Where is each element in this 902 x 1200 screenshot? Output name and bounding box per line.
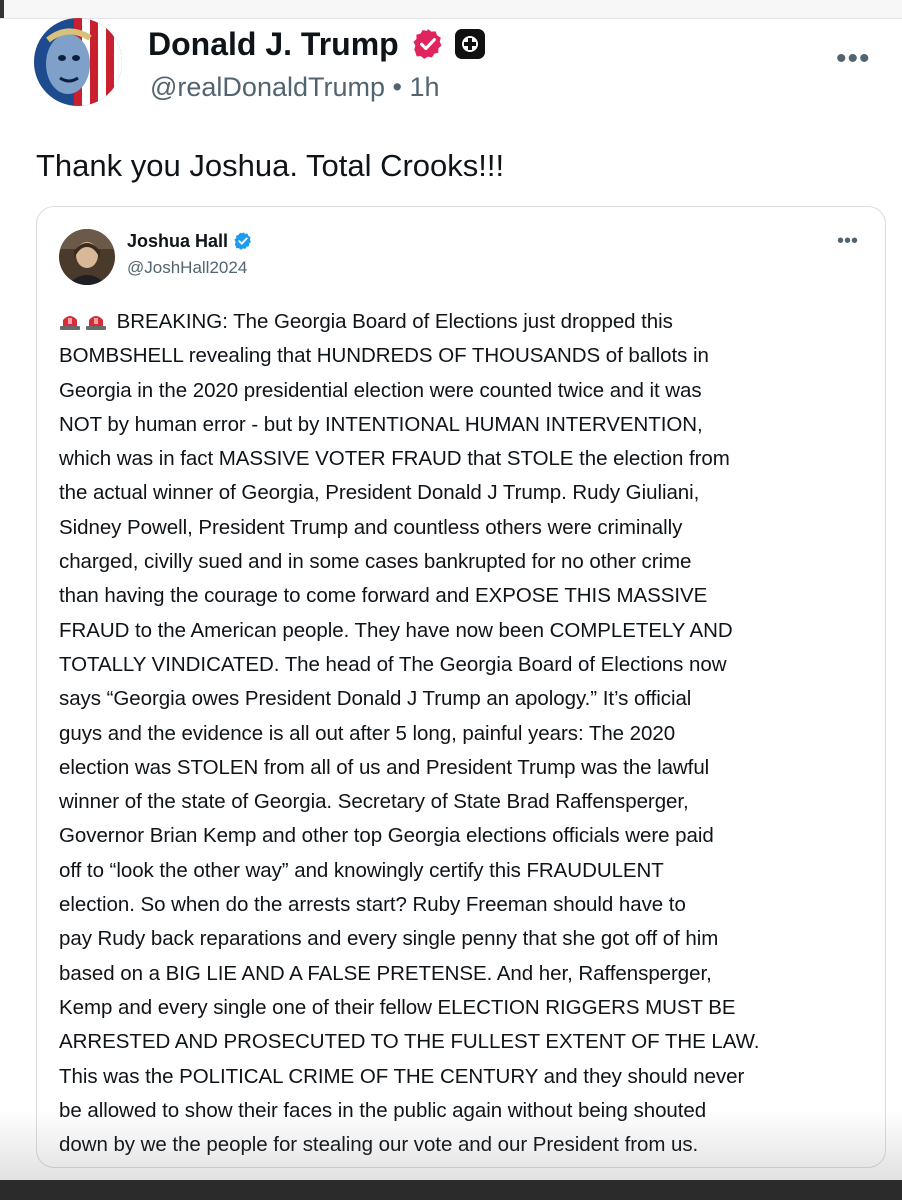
- quoted-text-line: Kemp and every single one of their fello…: [59, 995, 736, 1019]
- quoted-text-line: FRAUD to the American people. They have …: [59, 618, 733, 642]
- quoted-text-line: NOT by human error - but by INTENTIONAL …: [59, 412, 703, 436]
- author-handle[interactable]: @realDonaldTrump: [150, 72, 385, 102]
- more-options-icon[interactable]: •••: [836, 44, 871, 74]
- quoted-text-line: down by we the people for stealing our v…: [59, 1133, 699, 1157]
- quoted-author-handle[interactable]: @JoshHall2024: [127, 257, 247, 279]
- separator: •: [392, 72, 402, 102]
- quoted-avatar-image: [59, 229, 115, 285]
- quoted-text-line: off to “look the other way” and knowingl…: [59, 858, 664, 882]
- top-edge-mark: [0, 0, 4, 18]
- app-badge-icon: [454, 29, 485, 59]
- quoted-text-line-content: BREAKING: The Georgia Board of Elections…: [116, 310, 673, 333]
- quoted-author-name[interactable]: Joshua Hall: [127, 229, 228, 253]
- siren-icon: [60, 316, 80, 330]
- quoted-text-line: the actual winner of Georgia, President …: [59, 481, 700, 505]
- quoted-text-line: based on a BIG LIE AND A FALSE PRETENSE.…: [59, 961, 712, 985]
- quoted-text-line: TOTALLY VINDICATED. The head of The Geor…: [59, 652, 727, 676]
- post-text: Thank you Joshua. Total Crooks!!!: [36, 148, 505, 183]
- quoted-text-line: says “Georgia owes President Donald J Tr…: [59, 687, 692, 711]
- quoted-text-line: which was in fact MASSIVE VOTER FRAUD th…: [59, 447, 730, 471]
- bottom-bar: [0, 1180, 902, 1200]
- quoted-text-line: This was the POLITICAL CRIME OF THE CENT…: [59, 1064, 745, 1088]
- siren-icon: [86, 316, 106, 330]
- quoted-text-line: be allowed to show their faces in the pu…: [59, 1098, 707, 1122]
- author-name[interactable]: Donald J. Trump: [148, 24, 399, 64]
- quoted-text-line: Governor Brian Kemp and other top Georgi…: [59, 824, 714, 848]
- post-time[interactable]: 1h: [409, 72, 439, 102]
- quoted-text-line: ARRESTED AND PROSECUTED TO THE FULLEST E…: [59, 1030, 760, 1054]
- quoted-text-line: election was STOLEN from all of us and P…: [59, 755, 710, 779]
- quoted-text-line: BREAKING: The Georgia Board of Elections…: [59, 305, 875, 339]
- quoted-text-line: than having the courage to come forward …: [59, 584, 708, 608]
- avatar[interactable]: [34, 18, 122, 106]
- quoted-text-line: pay Rudy back reparations and every sing…: [59, 927, 719, 951]
- quoted-text-line: charged, civilly sued and in some cases …: [59, 550, 692, 574]
- quoted-text-line: winner of the state of Georgia. Secretar…: [59, 790, 689, 814]
- quoted-more-options-icon[interactable]: •••: [837, 231, 858, 251]
- author-handle-row: @realDonaldTrump • 1h: [150, 70, 440, 104]
- verified-badge-icon: [411, 27, 445, 61]
- verified-badge-icon: [234, 232, 251, 250]
- quoted-text-line: Georgia in the 2020 presidential electio…: [59, 378, 702, 402]
- quoted-post[interactable]: Joshua Hall @JoshHall2024 ••• BREAKING: …: [36, 206, 886, 1168]
- quoted-text-line: BOMBSHELL revealing that HUNDREDS OF THO…: [59, 344, 709, 368]
- quoted-text-line: Sidney Powell, President Trump and count…: [59, 515, 683, 539]
- avatar-image: [34, 18, 122, 106]
- quoted-avatar[interactable]: [59, 229, 115, 285]
- quoted-post-text: BREAKING: The Georgia Board of Elections…: [59, 305, 875, 1162]
- quoted-text-line: guys and the evidence is all out after 5…: [59, 721, 676, 745]
- quoted-text-line: election. So when do the arrests start? …: [59, 893, 686, 917]
- author-name-row: Donald J. Trump: [148, 24, 485, 64]
- quoted-author-name-row: Joshua Hall: [127, 229, 253, 253]
- top-edge-bar: [0, 0, 902, 19]
